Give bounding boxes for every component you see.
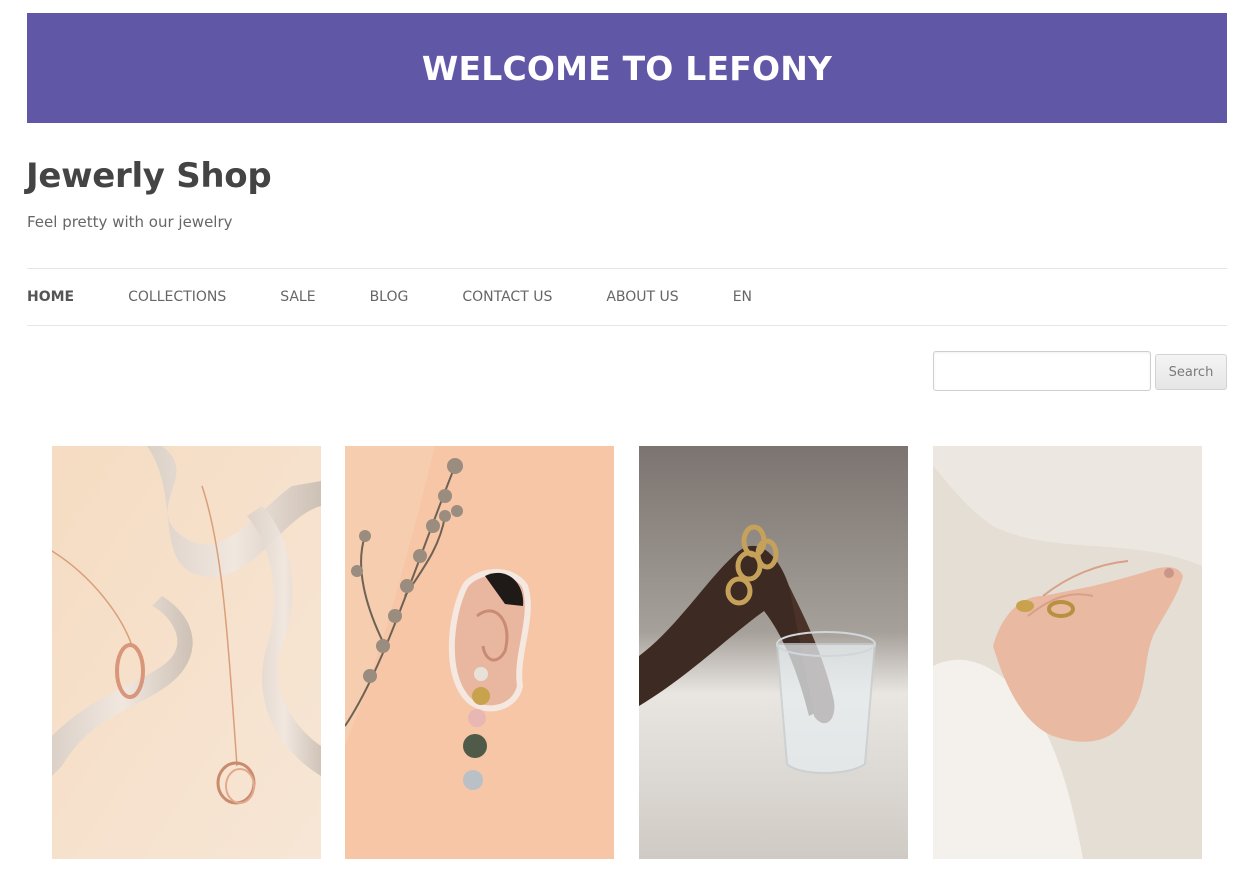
site-tagline: Feel pretty with our jewelry: [27, 213, 233, 231]
nav-item-home[interactable]: HOME: [27, 289, 74, 305]
nav-item-sale[interactable]: SALE: [280, 289, 315, 305]
product-image-rings[interactable]: [933, 446, 1202, 859]
site-title[interactable]: Jewerly Shop: [26, 156, 272, 196]
search-input[interactable]: [933, 351, 1151, 391]
nav-item-about-us[interactable]: ABOUT US: [606, 289, 678, 305]
product-image-bracelet[interactable]: [639, 446, 908, 859]
nav-item-blog[interactable]: BLOG: [370, 289, 409, 305]
nav-item-contact-us[interactable]: CONTACT US: [462, 289, 552, 305]
search-button[interactable]: Search: [1155, 354, 1227, 390]
product-image-necklace[interactable]: [52, 446, 321, 859]
welcome-banner: WELCOME TO LEFONY: [27, 13, 1227, 123]
earring-photo-icon: [345, 446, 614, 859]
nav-item-collections[interactable]: COLLECTIONS: [128, 289, 226, 305]
nav-item-language[interactable]: EN: [733, 289, 752, 305]
rings-photo-icon: [933, 446, 1202, 859]
necklace-photo-icon: [52, 446, 321, 859]
bracelet-photo-icon: [639, 446, 908, 859]
main-navigation: HOME COLLECTIONS SALE BLOG CONTACT US AB…: [27, 268, 1227, 326]
banner-title: WELCOME TO LEFONY: [421, 48, 833, 88]
product-image-earring[interactable]: [345, 446, 614, 859]
